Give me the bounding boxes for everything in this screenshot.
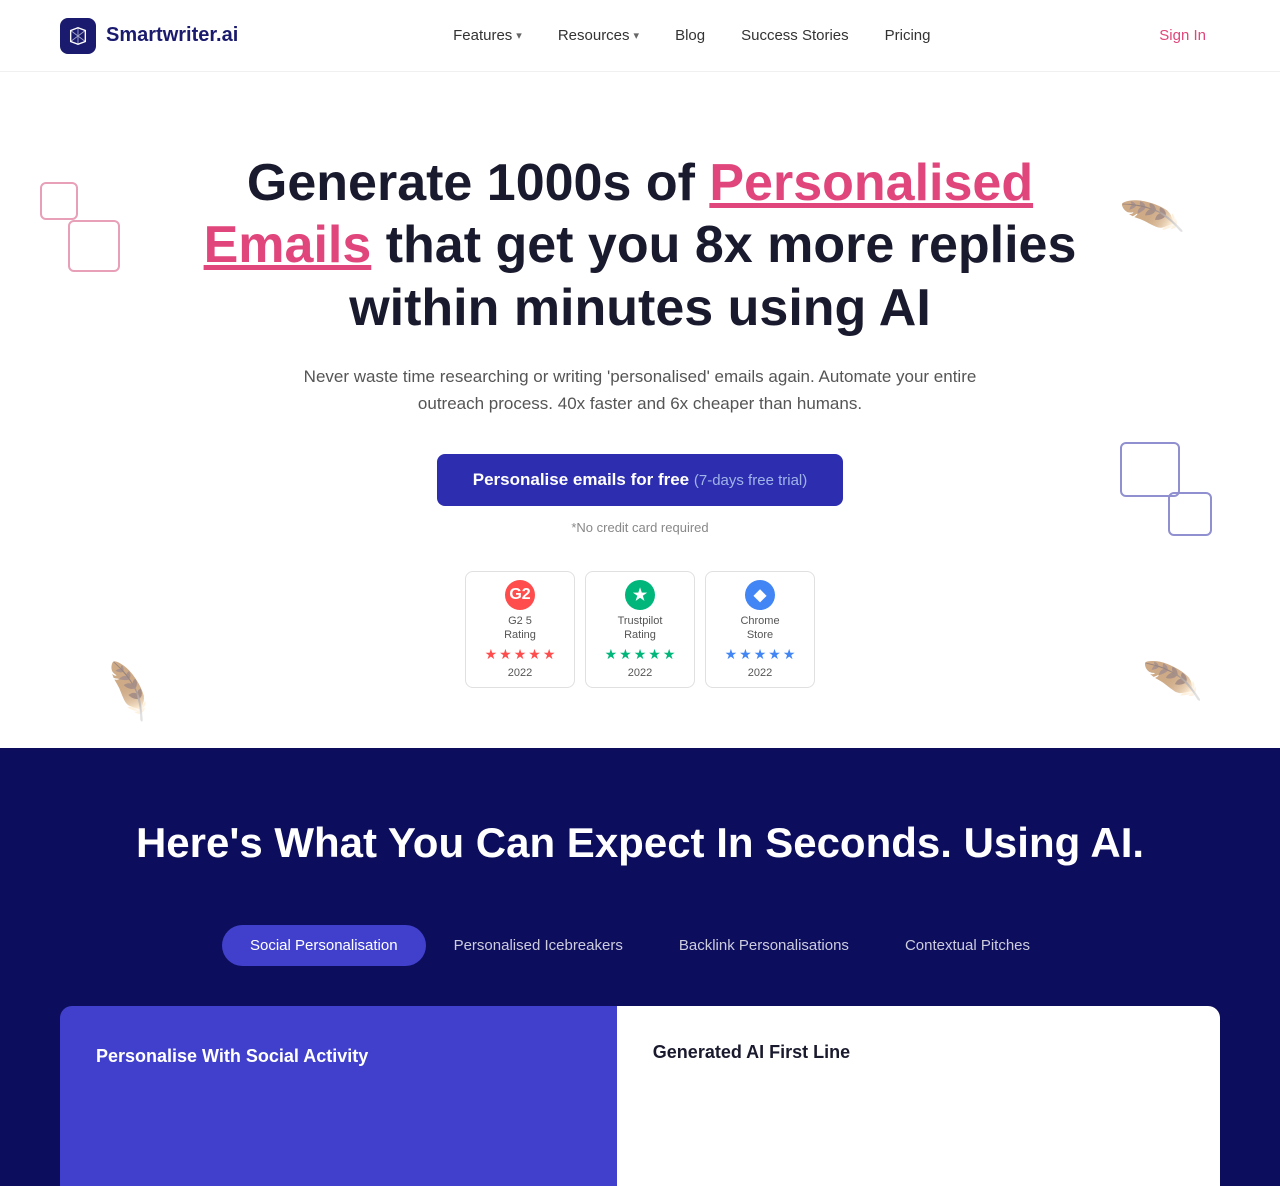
no-cc-text: *No credit card required — [40, 520, 1240, 535]
tabs-row: Social Personalisation Personalised Iceb… — [60, 925, 1220, 966]
chrome-year: 2022 — [748, 667, 772, 679]
panels-row: Personalise With Social Activity Generat… — [60, 1006, 1220, 1186]
nav-links: Features ▾ Resources ▾ Blog Success Stor… — [439, 19, 944, 52]
badge-trustpilot: ★ TrustpilotRating ★★★★★ 2022 — [585, 571, 695, 689]
chrome-stars: ★★★★★ — [725, 646, 796, 663]
panel-right: Generated AI First Line — [617, 1006, 1220, 1186]
nav-features[interactable]: Features ▾ — [439, 19, 536, 52]
hero-title: Generate 1000s of Personalised Emails th… — [190, 152, 1090, 339]
signin-link[interactable]: Sign In — [1145, 19, 1220, 52]
tp-stars: ★★★★★ — [605, 646, 676, 663]
g2-year: 2022 — [508, 667, 532, 679]
nav-pricing[interactable]: Pricing — [871, 19, 945, 52]
logo-icon — [60, 18, 96, 54]
nav-success-stories[interactable]: Success Stories — [727, 19, 863, 52]
tab-backlink-personalisations[interactable]: Backlink Personalisations — [651, 925, 877, 966]
tp-label: TrustpilotRating — [618, 614, 663, 643]
nav-blog[interactable]: Blog — [661, 19, 719, 52]
chevron-down-icon: ▾ — [634, 29, 640, 42]
badge-chrome: ◆ ChromeStore ★★★★★ 2022 — [705, 571, 815, 689]
deco-square-1 — [40, 182, 78, 220]
trustpilot-logo: ★ — [625, 580, 655, 610]
panel-left-title: Personalise With Social Activity — [96, 1046, 581, 1067]
navbar: Smartwriter.ai Features ▾ Resources ▾ Bl… — [0, 0, 1280, 72]
g2-logo: G2 — [505, 580, 535, 610]
dark-section-title: Here's What You Can Expect In Seconds. U… — [60, 818, 1220, 868]
cta-button[interactable]: Personalise emails for free (7-days free… — [437, 454, 844, 506]
panel-left: Personalise With Social Activity — [60, 1006, 617, 1186]
deco-square-2 — [68, 220, 120, 272]
tab-personalised-icebreakers[interactable]: Personalised Icebreakers — [426, 925, 651, 966]
g2-label: G2 5Rating — [504, 614, 536, 643]
nav-resources[interactable]: Resources ▾ — [544, 19, 653, 52]
chrome-logo: ◆ — [745, 580, 775, 610]
tab-social-personalisation[interactable]: Social Personalisation — [222, 925, 426, 966]
tp-year: 2022 — [628, 667, 652, 679]
badges-row: G2 G2 5Rating ★★★★★ 2022 ★ TrustpilotRat… — [40, 571, 1240, 689]
deco-square-3 — [1120, 442, 1180, 497]
hero-section: 🪶 🪶 🪶 Generate 1000s of Personalised Ema… — [0, 72, 1280, 748]
badge-g2: G2 G2 5Rating ★★★★★ 2022 — [465, 571, 575, 689]
feather-icon-br: 🪶 — [1141, 652, 1204, 713]
g2-stars: ★★★★★ — [485, 646, 556, 663]
logo-link[interactable]: Smartwriter.ai — [60, 18, 238, 54]
chevron-down-icon: ▾ — [516, 29, 522, 42]
feather-icon-tr: 🪶 — [1118, 184, 1187, 252]
dark-section: Here's What You Can Expect In Seconds. U… — [0, 748, 1280, 1185]
logo-text: Smartwriter.ai — [106, 24, 238, 47]
chrome-label: ChromeStore — [740, 614, 779, 643]
tab-contextual-pitches[interactable]: Contextual Pitches — [877, 925, 1058, 966]
panel-right-title: Generated AI First Line — [653, 1042, 850, 1063]
hero-subtitle: Never waste time researching or writing … — [300, 363, 980, 417]
